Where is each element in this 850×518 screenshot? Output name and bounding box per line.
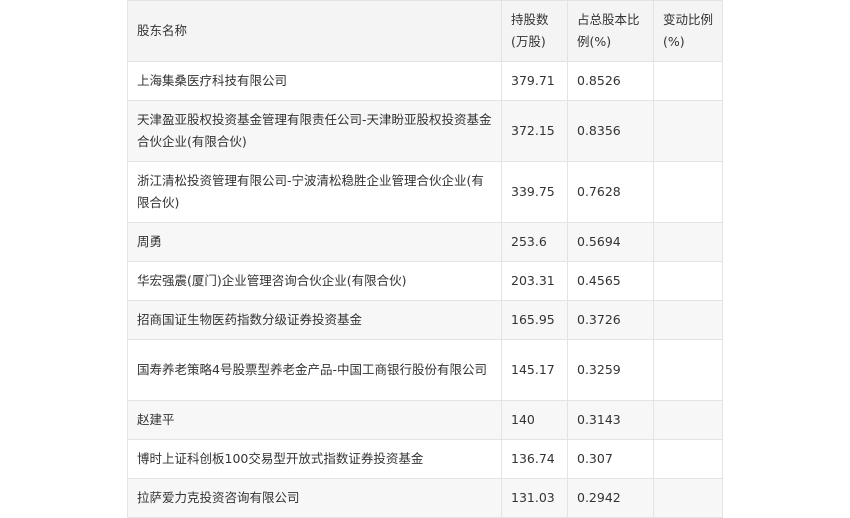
table-row: 拉萨爱力克投资咨询有限公司 131.03 0.2942 — [127, 478, 723, 518]
cell-ratio: 0.4565 — [567, 261, 654, 301]
shareholders-table: 股东名称 持股数(万股) 占总股本比例(%) 变动比例(%) 上海集桑医疗科技有… — [127, 0, 723, 518]
header-change: 变动比例(%) — [653, 0, 723, 62]
cell-shares: 145.17 — [501, 339, 568, 401]
cell-shareholder-name: 周勇 — [127, 222, 502, 262]
cell-ratio: 0.3726 — [567, 300, 654, 340]
table-row: 国寿养老策略4号股票型养老金产品-中国工商银行股份有限公司 145.17 0.3… — [127, 339, 723, 401]
cell-shares: 140 — [501, 400, 568, 440]
table-row: 浙江清松投资管理有限公司-宁波清松稳胜企业管理合伙企业(有限合伙) 339.75… — [127, 161, 723, 223]
cell-change — [653, 339, 723, 401]
table-row: 赵建平 140 0.3143 — [127, 400, 723, 440]
cell-shares: 253.6 — [501, 222, 568, 262]
cell-shareholder-name: 华宏强震(厦门)企业管理咨询合伙企业(有限合伙) — [127, 261, 502, 301]
cell-shareholder-name: 天津盈亚股权投资基金管理有限责任公司-天津盼亚股权投资基金合伙企业(有限合伙) — [127, 100, 502, 162]
cell-change — [653, 100, 723, 162]
cell-ratio: 0.2942 — [567, 478, 654, 518]
table-row: 周勇 253.6 0.5694 — [127, 222, 723, 262]
cell-change — [653, 222, 723, 262]
table-row: 招商国证生物医药指数分级证券投资基金 165.95 0.3726 — [127, 300, 723, 340]
table-body: 上海集桑医疗科技有限公司 379.71 0.8526 天津盈亚股权投资基金管理有… — [127, 61, 723, 518]
cell-change — [653, 400, 723, 440]
cell-ratio: 0.7628 — [567, 161, 654, 223]
table-row: 博时上证科创板100交易型开放式指数证券投资基金 136.74 0.307 — [127, 439, 723, 479]
cell-shares: 372.15 — [501, 100, 568, 162]
cell-shareholder-name: 浙江清松投资管理有限公司-宁波清松稳胜企业管理合伙企业(有限合伙) — [127, 161, 502, 223]
cell-shares: 136.74 — [501, 439, 568, 479]
cell-shareholder-name: 招商国证生物医药指数分级证券投资基金 — [127, 300, 502, 340]
table-header: 股东名称 持股数(万股) 占总股本比例(%) 变动比例(%) — [127, 0, 723, 62]
cell-shares: 339.75 — [501, 161, 568, 223]
header-shareholder-name: 股东名称 — [127, 0, 502, 62]
cell-ratio: 0.5694 — [567, 222, 654, 262]
cell-shares: 165.95 — [501, 300, 568, 340]
cell-shareholder-name: 赵建平 — [127, 400, 502, 440]
cell-ratio: 0.8356 — [567, 100, 654, 162]
table-row: 华宏强震(厦门)企业管理咨询合伙企业(有限合伙) 203.31 0.4565 — [127, 261, 723, 301]
table-row: 天津盈亚股权投资基金管理有限责任公司-天津盼亚股权投资基金合伙企业(有限合伙) … — [127, 100, 723, 162]
header-shares: 持股数(万股) — [501, 0, 568, 62]
cell-ratio: 0.3259 — [567, 339, 654, 401]
cell-change — [653, 61, 723, 101]
cell-shareholder-name: 上海集桑医疗科技有限公司 — [127, 61, 502, 101]
cell-shareholder-name: 拉萨爱力克投资咨询有限公司 — [127, 478, 502, 518]
cell-change — [653, 300, 723, 340]
header-row: 股东名称 持股数(万股) 占总股本比例(%) 变动比例(%) — [127, 0, 723, 62]
cell-shares: 131.03 — [501, 478, 568, 518]
cell-shareholder-name: 博时上证科创板100交易型开放式指数证券投资基金 — [127, 439, 502, 479]
cell-change — [653, 478, 723, 518]
cell-shares: 203.31 — [501, 261, 568, 301]
table-row: 上海集桑医疗科技有限公司 379.71 0.8526 — [127, 61, 723, 101]
cell-ratio: 0.3143 — [567, 400, 654, 440]
cell-change — [653, 439, 723, 479]
cell-ratio: 0.8526 — [567, 61, 654, 101]
cell-change — [653, 261, 723, 301]
cell-shares: 379.71 — [501, 61, 568, 101]
header-ratio: 占总股本比例(%) — [567, 0, 654, 62]
cell-ratio: 0.307 — [567, 439, 654, 479]
cell-shareholder-name: 国寿养老策略4号股票型养老金产品-中国工商银行股份有限公司 — [127, 339, 502, 401]
cell-change — [653, 161, 723, 223]
